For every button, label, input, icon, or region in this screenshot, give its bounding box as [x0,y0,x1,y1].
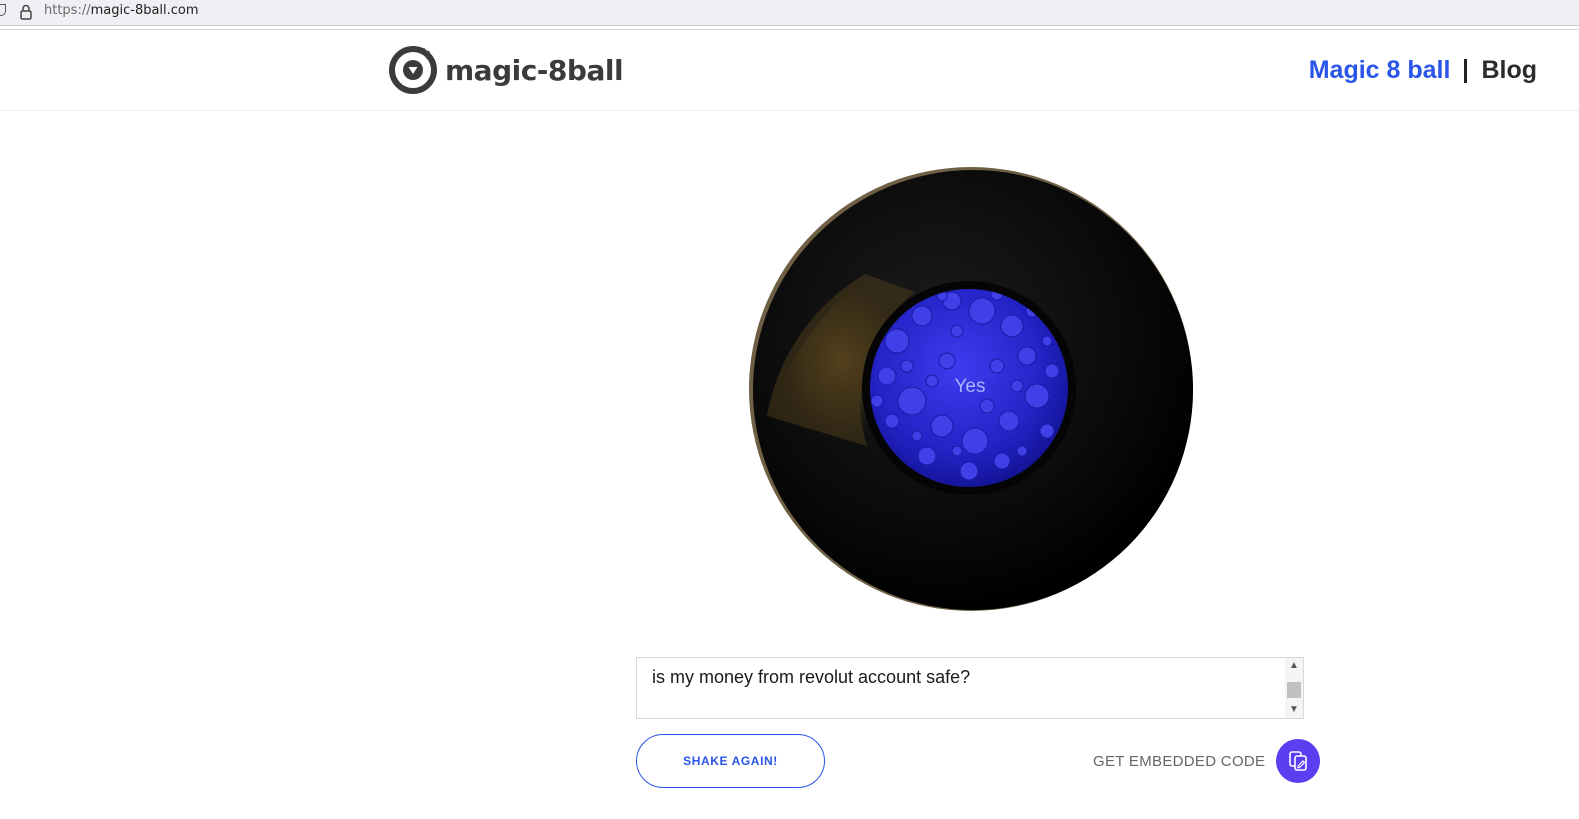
embedded-code-label[interactable]: GET EMBEDDED CODE [1093,753,1265,770]
browser-address-bar[interactable]: https://magic-8ball.com [0,0,1579,26]
eight-ball-logo-icon [389,46,437,94]
scroll-up-arrow-icon[interactable]: ▲ [1285,659,1303,673]
site-logo-link[interactable]: magic-8ball [389,45,624,95]
question-scrollbar[interactable]: ▲ ▼ [1285,658,1303,718]
question-box: is my money from revolut account safe? ▲… [636,657,1304,719]
scroll-down-arrow-icon[interactable]: ▼ [1285,703,1303,717]
url-host: magic-8ball.com [90,3,199,18]
question-input[interactable]: is my money from revolut account safe? [637,658,1285,718]
copy-edit-icon [1289,751,1308,771]
nav-separator [1464,58,1468,83]
url-text[interactable]: https://magic-8ball.com [44,3,199,18]
logo-text: magic-8ball [445,53,624,87]
url-protocol: https:// [44,3,91,18]
embedded-code-button[interactable] [1276,739,1321,783]
scroll-thumb[interactable] [1287,682,1301,698]
shield-icon[interactable] [0,4,6,16]
main-nav: Magic 8 ball Blog [1309,56,1537,85]
lock-icon[interactable] [19,4,33,20]
eight-ball-graphic [749,167,1193,611]
nav-link-blog[interactable]: Blog [1481,56,1537,85]
magic-8-ball[interactable]: Yes [747,166,1193,612]
site-header: magic-8ball Magic 8 ball Blog [0,30,1579,111]
shake-again-button[interactable]: SHAKE AGAIN! [636,734,825,788]
nav-link-magic-8-ball[interactable]: Magic 8 ball [1309,56,1451,85]
embedded-code-control[interactable]: GET EMBEDDED CODE [1093,739,1321,783]
